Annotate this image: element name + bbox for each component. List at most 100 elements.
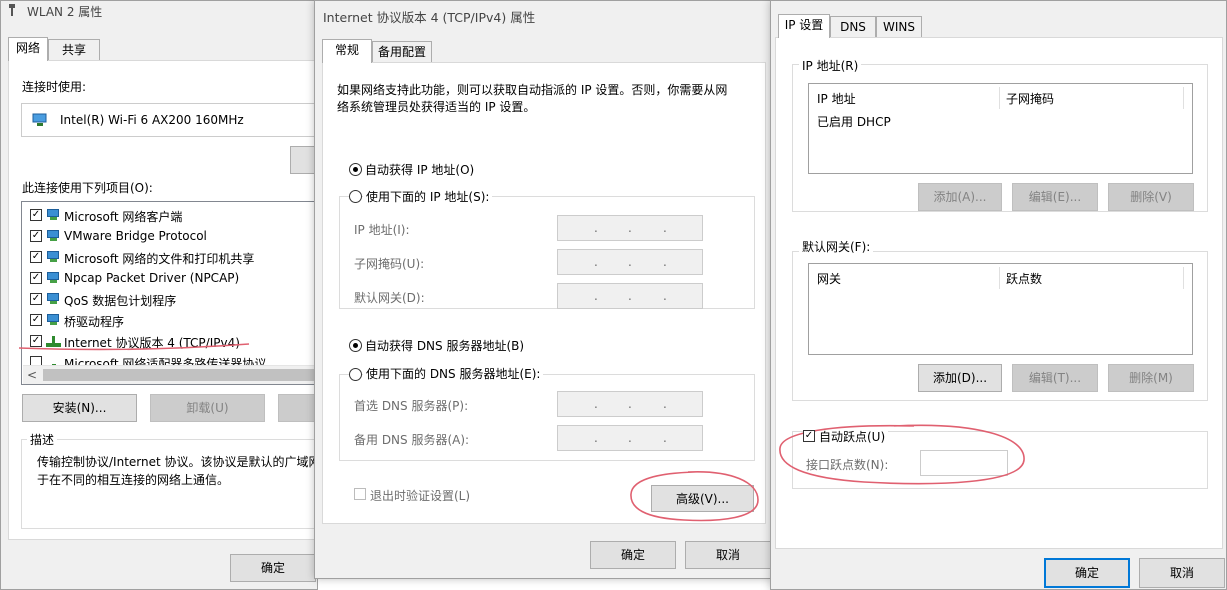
column-header[interactable]: 子网掩码 [1006, 90, 1054, 107]
horizontal-scrollbar[interactable]: < [23, 365, 317, 384]
validate-label: 退出时验证设置(L) [370, 489, 471, 503]
protocol-icon [46, 230, 61, 241]
wlan-properties-window: WLAN 2 属性 网络 共享 连接时使用: Intel(R) Wi-Fi 6 … [0, 0, 318, 590]
tab-network[interactable]: 网络 [8, 37, 48, 61]
auto-metric-label: 自动跃点(U) [816, 428, 889, 445]
components-list[interactable]: Microsoft 网络客户端 VMware Bridge Protocol M… [21, 201, 317, 385]
auto-dns-radio[interactable] [349, 339, 362, 352]
column-divider [999, 267, 1000, 289]
ok-button[interactable]: 确定 [230, 554, 316, 582]
network-adapter-icon [8, 4, 16, 16]
tab-dns[interactable]: DNS [830, 16, 876, 38]
file-sharing-icon [46, 251, 61, 262]
ip-address-label: IP 地址(I): [354, 223, 410, 237]
list-item-label: QoS 数据包计划程序 [64, 294, 177, 308]
list-item[interactable]: QoS 数据包计划程序 [22, 289, 317, 310]
item-checkbox[interactable] [30, 314, 42, 326]
edit-ip-button[interactable]: 编辑(E)... [1012, 183, 1098, 211]
adapter-icon [32, 113, 48, 127]
column-header[interactable]: IP 地址 [817, 90, 856, 107]
list-item-label: Microsoft 网络的文件和打印机共享 [64, 252, 255, 266]
list-item[interactable]: Microsoft 网络客户端 [22, 205, 317, 226]
tab-general[interactable]: 常规 [322, 39, 372, 63]
add-ip-button[interactable]: 添加(A)... [918, 183, 1002, 211]
item-checkbox[interactable] [30, 251, 42, 263]
subnet-mask-input[interactable]: ... [557, 249, 703, 275]
description-label: 描述 [27, 431, 58, 448]
scroll-left-arrow[interactable]: < [27, 368, 37, 382]
add-gateway-button[interactable]: 添加(D)... [918, 364, 1002, 392]
adapter-name: Intel(R) Wi-Fi 6 AX200 160MHz [60, 113, 244, 127]
preferred-dns-label: 首选 DNS 服务器(P): [354, 399, 469, 413]
properties-button[interactable] [278, 394, 317, 422]
tab-wins[interactable]: WINS [876, 16, 922, 38]
alternate-dns-input[interactable]: ... [557, 425, 703, 451]
cancel-button[interactable]: 取消 [685, 541, 771, 569]
ip-settings-panel: IP 地址(R) IP 地址 子网掩码 已启用 DHCP 添加(A)... 编辑… [775, 37, 1223, 549]
column-header[interactable]: 跃点数 [1006, 270, 1042, 287]
default-gateway-input[interactable]: ... [557, 283, 703, 309]
network-client-icon [46, 209, 61, 220]
edit-gateway-button[interactable]: 编辑(T)... [1012, 364, 1098, 392]
manual-dns-radio[interactable] [349, 368, 362, 381]
gateway-list[interactable]: 网关 跃点数 [808, 263, 1193, 355]
item-checkbox[interactable] [30, 335, 42, 347]
preferred-dns-input[interactable]: ... [557, 391, 703, 417]
ip-address-input[interactable]: ... [557, 215, 703, 241]
tab-sharing[interactable]: 共享 [48, 39, 100, 61]
list-item-label: Internet 协议版本 4 (TCP/IPv4) [64, 336, 240, 350]
manual-dns-label: 使用下面的 DNS 服务器地址(E): [363, 365, 544, 382]
manual-ip-radio[interactable] [349, 190, 362, 203]
auto-ip-label: 自动获得 IP 地址(O) [365, 163, 475, 177]
item-checkbox[interactable] [30, 272, 42, 284]
list-item-label: Microsoft 网络客户端 [64, 210, 183, 224]
ip-address-group-label: IP 地址(R) [799, 57, 862, 74]
auto-ip-radio[interactable] [349, 163, 362, 176]
auto-dns-label: 自动获得 DNS 服务器地址(B) [365, 339, 525, 353]
item-checkbox[interactable] [30, 230, 42, 242]
ip-address-list[interactable]: IP 地址 子网掩码 已启用 DHCP [808, 83, 1193, 174]
list-item[interactable]: 桥驱动程序 [22, 310, 317, 331]
interface-metric-input[interactable] [920, 450, 1008, 476]
protocol-icon [46, 272, 61, 283]
cancel-button[interactable]: 取消 [1139, 558, 1225, 588]
list-item[interactable]: VMware Bridge Protocol [22, 226, 317, 247]
adapter-box: Intel(R) Wi-Fi 6 AX200 160MHz [21, 103, 317, 137]
uninstall-button[interactable]: 卸载(U) [150, 394, 265, 422]
delete-gateway-button[interactable]: 删除(M) [1108, 364, 1194, 392]
list-item-label: 桥驱动程序 [64, 315, 125, 329]
description-text: 传输控制协议/Internet 协议。该协议是默认的广域网 [37, 455, 318, 469]
ok-button[interactable]: 确定 [1044, 558, 1130, 588]
list-item[interactable]: Internet 协议版本 4 (TCP/IPv4) [22, 331, 317, 352]
ok-button[interactable]: 确定 [590, 541, 676, 569]
column-divider [999, 87, 1000, 109]
intro-text: 络系统管理员处获得适当的 IP 设置。 [337, 100, 536, 114]
network-tab-panel: 连接时使用: Intel(R) Wi-Fi 6 AX200 160MHz 此连接… [8, 60, 318, 540]
install-button[interactable]: 安装(N)... [22, 394, 137, 422]
default-gateway-label: 默认网关(D): [354, 291, 425, 305]
item-checkbox[interactable] [30, 209, 42, 221]
column-header[interactable]: 网关 [817, 270, 841, 287]
delete-ip-button[interactable]: 删除(V) [1108, 183, 1194, 211]
advanced-button[interactable]: 高级(V)... [651, 485, 754, 512]
tab-alternate-config[interactable]: 备用配置 [372, 41, 432, 63]
description-text: 于在不同的相互连接的网络上通信。 [37, 473, 230, 487]
validate-checkbox[interactable] [354, 488, 366, 500]
item-checkbox[interactable] [30, 293, 42, 305]
protocol-icon [46, 314, 61, 325]
items-label: 此连接使用下列项目(O): [22, 181, 153, 195]
list-item[interactable]: Microsoft 网络的文件和打印机共享 [22, 247, 317, 268]
alternate-dns-label: 备用 DNS 服务器(A): [354, 433, 470, 447]
interface-metric-label: 接口跃点数(N): [806, 458, 889, 472]
subnet-mask-label: 子网掩码(U): [354, 257, 425, 271]
gateway-group-label: 默认网关(F): [799, 238, 874, 255]
protocol-icon [46, 336, 62, 348]
table-row[interactable]: 已启用 DHCP [817, 113, 891, 130]
general-tab-panel: 如果网络支持此功能，则可以获取自动指派的 IP 设置。否则，你需要从网 络系统管… [322, 62, 766, 524]
tab-ip-settings[interactable]: IP 设置 [778, 14, 830, 38]
scrollbar-thumb[interactable] [43, 369, 317, 381]
list-item[interactable]: Npcap Packet Driver (NPCAP) [22, 268, 317, 289]
intro-text: 如果网络支持此功能，则可以获取自动指派的 IP 设置。否则，你需要从网 [337, 83, 728, 97]
column-divider [1183, 87, 1184, 109]
auto-metric-checkbox[interactable] [803, 430, 815, 442]
